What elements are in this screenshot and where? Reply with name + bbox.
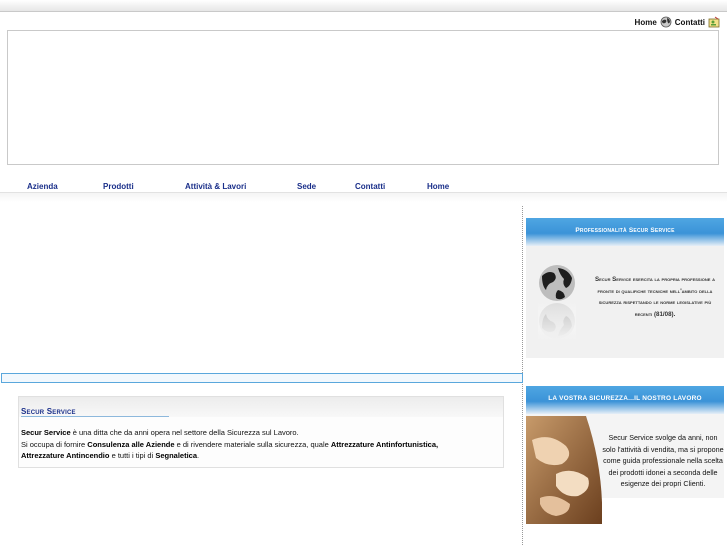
- intro-line3-b: e tutti i tipi di: [109, 451, 156, 460]
- sidebar-box-professionalita: Professionalità Secur Service Secur Serv…: [526, 218, 724, 358]
- intro-line2-d: Attrezzature Antinfortunistica,: [330, 439, 439, 449]
- sidebar-box-professionalita-text: Secur Service esercita la propria profes…: [590, 274, 720, 320]
- sidebar-box-sicurezza: LA VOSTRA SICUREZZA...IL NOSTRO LAVORO S…: [526, 386, 724, 524]
- top-link-home-label: Home: [634, 17, 657, 27]
- intro-panel: Secur Service Secur Service è una ditta …: [18, 396, 504, 468]
- globe-image: [538, 265, 576, 340]
- sidebar-box-professionalita-title-text: Professionalità Secur Service: [575, 227, 675, 234]
- intro-line1: è una ditta che da anni opera nel settor…: [70, 428, 299, 437]
- content-separator-bar: [1, 373, 523, 383]
- handshake-image: [526, 416, 602, 524]
- nav-item-sede[interactable]: Sede: [297, 182, 316, 191]
- sidebar-box-sicurezza-title-text: LA VOSTRA SICUREZZA...IL NOSTRO LAVORO: [548, 395, 702, 402]
- top-link-contacts-label: Contatti: [674, 17, 705, 27]
- nav-item-home[interactable]: Home: [427, 182, 449, 191]
- intro-panel-title: Secur Service: [21, 407, 76, 416]
- top-links: Home Contatti: [635, 14, 723, 30]
- contact-card-icon[interactable]: [708, 16, 720, 28]
- intro-brand: Secur Service: [21, 428, 71, 437]
- sidebar-box-sicurezza-text: Secur Service svolge da anni, non solo l…: [602, 433, 724, 488]
- nav-item-attivita-lavori[interactable]: Attività & Lavori: [185, 182, 246, 191]
- globe-icon[interactable]: [660, 16, 672, 28]
- nav-item-azienda[interactable]: Azienda: [27, 182, 58, 191]
- top-link-home[interactable]: Home: [635, 18, 657, 27]
- intro-title-underline: [21, 416, 169, 417]
- sidebar-professionalita-law: (81/08).: [653, 310, 676, 318]
- header-banner: [7, 30, 719, 165]
- top-link-contacts[interactable]: Contatti: [675, 18, 705, 27]
- intro-line3-a: Attrezzature Antincendio: [21, 451, 110, 460]
- sidebar-box-sicurezza-title: LA VOSTRA SICUREZZA...IL NOSTRO LAVORO: [526, 386, 724, 414]
- intro-line2-c: e di rivendere materiale sulla sicurezza…: [174, 439, 331, 449]
- nav-item-contatti[interactable]: Contatti: [355, 182, 385, 191]
- intro-line2-b: Consulenza alle Aziende: [87, 439, 175, 449]
- intro-line3-d: .: [197, 451, 200, 460]
- top-band: [0, 0, 727, 12]
- sidebar-box-professionalita-title: Professionalità Secur Service: [526, 218, 724, 246]
- intro-panel-header: Secur Service: [19, 397, 503, 417]
- intro-line2-a: Si occupa di fornire: [21, 439, 88, 449]
- intro-line3-c: Segnaletica: [155, 451, 198, 460]
- nav-underband: [0, 192, 727, 202]
- nav-item-prodotti[interactable]: Prodotti: [103, 182, 134, 191]
- intro-panel-text: Secur Service è una ditta che da anni op…: [19, 417, 503, 462]
